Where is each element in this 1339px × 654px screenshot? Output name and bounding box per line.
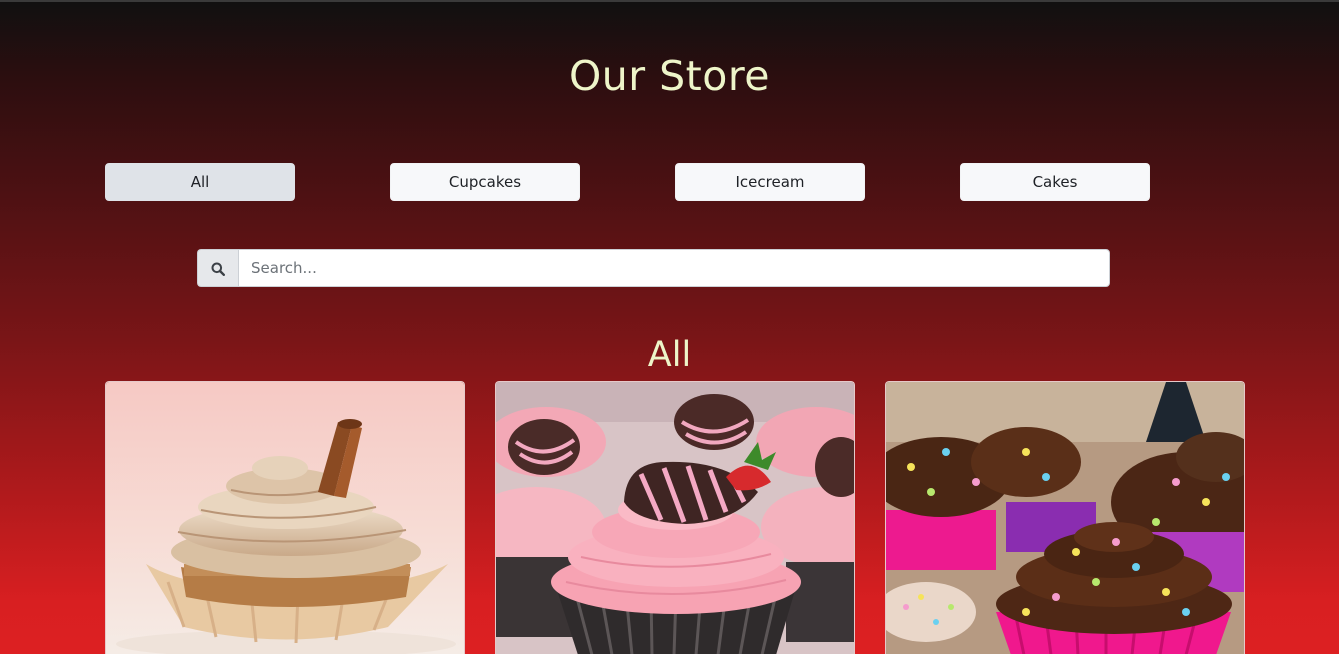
filter-icecream-button[interactable]: Icecream (675, 163, 865, 201)
section-title: All (647, 335, 692, 375)
search-bar (197, 249, 1110, 287)
product-card[interactable] (495, 381, 855, 654)
chocolate-sprinkle-cupcake-photo (886, 382, 1244, 654)
filter-cupcakes-button[interactable]: Cupcakes (390, 163, 580, 201)
product-card[interactable] (885, 381, 1245, 654)
filter-all-button[interactable]: All (105, 163, 295, 201)
strawberry-cupcake-photo (496, 382, 854, 654)
page-title: Our Store (568, 52, 770, 100)
search-addon[interactable] (197, 249, 238, 287)
cinnamon-cupcake-photo (106, 382, 464, 654)
top-border (0, 0, 1339, 2)
search-icon (211, 262, 225, 276)
search-input[interactable] (238, 249, 1110, 287)
product-card[interactable] (105, 381, 465, 654)
filter-cakes-button[interactable]: Cakes (960, 163, 1150, 201)
